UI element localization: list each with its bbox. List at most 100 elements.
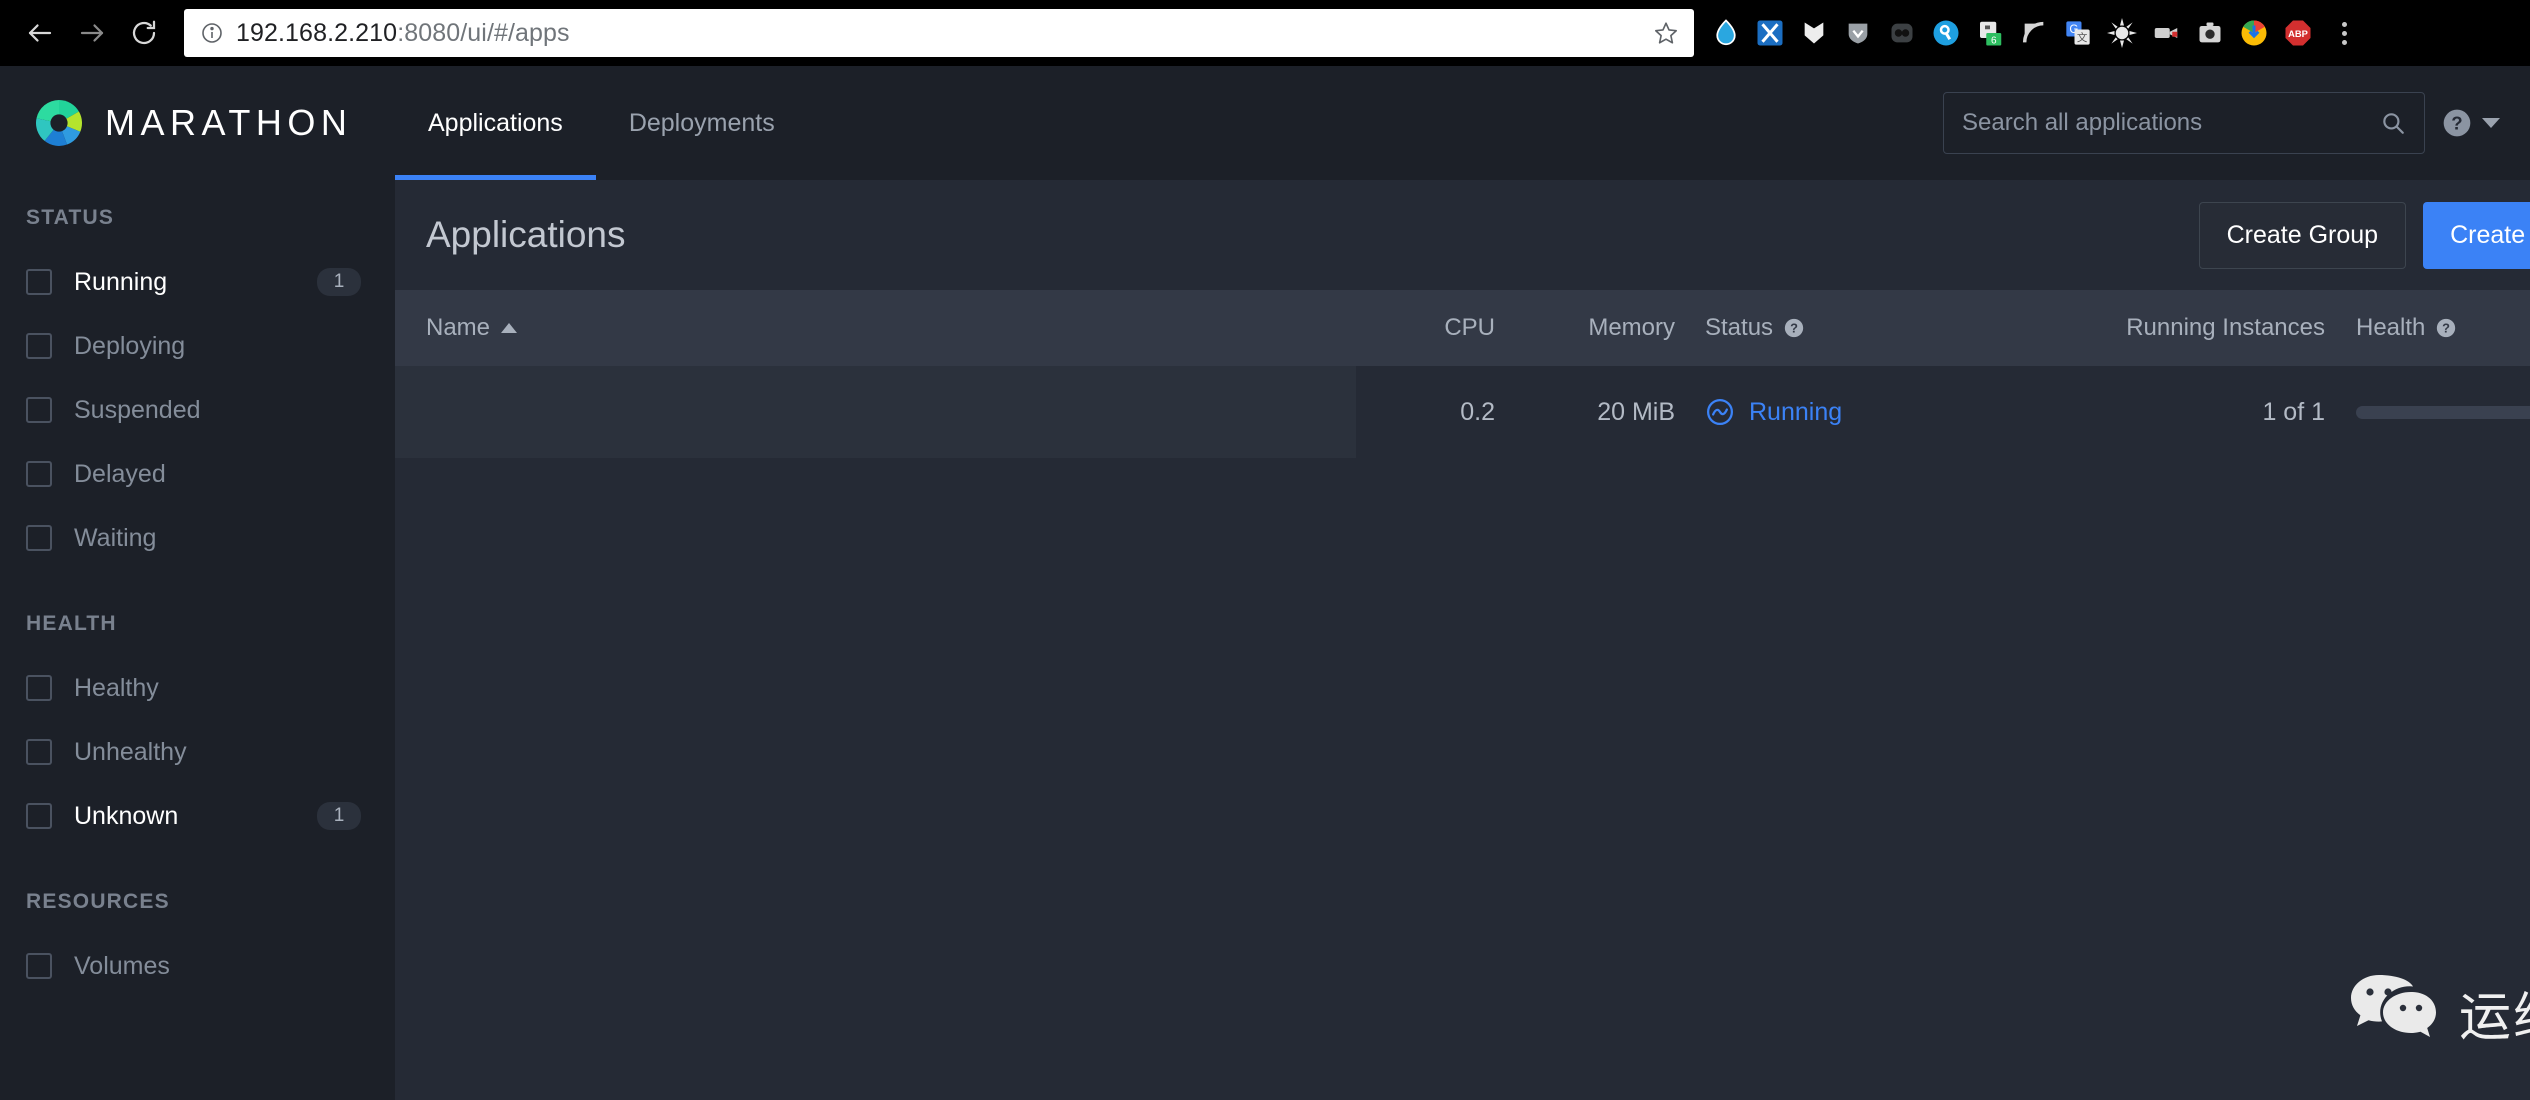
malwarebytes-extension-icon[interactable] — [1792, 11, 1836, 55]
marathon-donut-logo — [34, 98, 84, 148]
svg-text:ABP: ABP — [2288, 29, 2308, 39]
sort-asc-icon[interactable] — [501, 323, 518, 333]
sidebar-item-label: Deploying — [74, 331, 186, 360]
main-content: Applications Create Group Create Applica… — [395, 180, 2530, 1100]
google-translate-icon[interactable]: G文 — [2056, 11, 2100, 55]
sidebar-item-label: Waiting — [74, 523, 157, 552]
column-header-status-label: Status — [1705, 314, 1774, 341]
column-header-name-label: Name — [426, 314, 491, 341]
sidebar-group-title: HEALTH — [26, 612, 117, 635]
adblock-plus-icon[interactable]: ABP — [2276, 11, 2320, 55]
svg-text:文: 文 — [2077, 31, 2088, 44]
sidebar-item-suspended[interactable]: Suspended — [0, 378, 395, 442]
checkbox-deploying[interactable] — [26, 333, 52, 359]
top-nav-tabs: Applications Deployments — [395, 66, 808, 180]
health-help-icon[interactable]: ? — [2435, 317, 2457, 339]
checkbox-healthy[interactable] — [26, 675, 52, 701]
tab-applications[interactable]: Applications — [395, 66, 596, 180]
svg-text:?: ? — [2451, 113, 2462, 134]
sidebar-item-label: Healthy — [74, 673, 159, 702]
browser-toolbar: 192.168.2.210:8080/ui/#/apps 6 G文 ABP — [0, 0, 2530, 66]
page-info-icon[interactable] — [198, 19, 226, 47]
disconnect-extension-icon[interactable] — [1880, 11, 1924, 55]
search-input[interactable]: Search all applications — [1943, 92, 2425, 154]
sidebar-item-badge: 1 — [317, 268, 361, 296]
column-header-memory[interactable]: Memory — [1495, 314, 1675, 342]
ghostery-extension-icon[interactable] — [1704, 11, 1748, 55]
sidebar-item-label: Running — [74, 267, 168, 296]
screencast-extension-icon[interactable] — [2144, 11, 2188, 55]
sidebar-item-label: Volumes — [74, 951, 170, 980]
column-header-health-label: Health — [2356, 314, 2426, 341]
body: STATUS Running 1 Deploying Suspended Del… — [0, 180, 2530, 1100]
page-title: Applications — [426, 214, 626, 255]
checkbox-running[interactable] — [26, 269, 52, 295]
evernote-clipper-icon[interactable]: 6 — [1968, 11, 2012, 55]
tab-deployments[interactable]: Deployments — [596, 66, 808, 180]
extension-tray: 6 G文 ABP — [1704, 11, 2364, 55]
sidebar-group-health: HEALTH Healthy Unhealthy Unknown 1 — [0, 612, 395, 848]
sunburst-extension-icon[interactable] — [2100, 11, 2144, 55]
sidebar-item-delayed[interactable]: Delayed — [0, 442, 395, 506]
shield-extension-icon[interactable] — [1836, 11, 1880, 55]
forward-arrow-icon[interactable] — [66, 7, 118, 59]
content-header: Applications Create Group Create Applica… — [395, 180, 2530, 290]
svg-text:6: 6 — [1991, 36, 1997, 47]
checkbox-waiting[interactable] — [26, 525, 52, 551]
sidebar-item-healthy[interactable]: Healthy — [0, 656, 395, 720]
sidebar-item-unhealthy[interactable]: Unhealthy — [0, 720, 395, 784]
bookmark-star-icon[interactable] — [1652, 19, 1680, 47]
header-right-controls: Search all applications ? — [1943, 92, 2530, 154]
checkbox-delayed[interactable] — [26, 461, 52, 487]
help-circle-icon[interactable]: ? — [2441, 107, 2473, 139]
column-header-name[interactable]: Name — [395, 314, 1325, 342]
help-menu[interactable]: ? — [2441, 107, 2500, 139]
checkbox-suspended[interactable] — [26, 397, 52, 423]
sidebar-item-deploying[interactable]: Deploying — [0, 314, 395, 378]
sidebar-group-title: STATUS — [26, 206, 115, 229]
column-header-health[interactable]: Health ? — [2325, 314, 2530, 342]
search-placeholder: Search all applications — [1962, 109, 2203, 136]
checkbox-unknown[interactable] — [26, 803, 52, 829]
checkbox-unhealthy[interactable] — [26, 739, 52, 765]
running-wave-icon — [1705, 397, 1735, 427]
create-group-button[interactable]: Create Group — [2198, 201, 2407, 269]
cell-health — [2325, 405, 2530, 419]
status-label: Running — [1749, 397, 1843, 426]
row-name-cell-background — [395, 366, 1356, 458]
cell-running-instances: 1 of 1 — [2262, 397, 2325, 426]
screenshot-camera-icon[interactable] — [2188, 11, 2232, 55]
tab-deployments-label: Deployments — [628, 108, 775, 137]
search-icon[interactable] — [2380, 110, 2406, 136]
sidebar-item-running[interactable]: Running 1 — [0, 250, 395, 314]
lastpass-extension-icon[interactable] — [1924, 11, 1968, 55]
tab-applications-label: Applications — [428, 108, 563, 137]
watermark: 运维之美 — [2349, 971, 2530, 1054]
sidebar-item-label: Delayed — [74, 459, 166, 488]
browser-menu-icon[interactable] — [2324, 11, 2364, 55]
sidebar-item-unknown[interactable]: Unknown 1 — [0, 784, 395, 848]
checkbox-volumes[interactable] — [26, 953, 52, 979]
address-bar[interactable]: 192.168.2.210:8080/ui/#/apps — [184, 9, 1694, 57]
sidebar-item-label: Unknown — [74, 801, 179, 830]
column-header-status[interactable]: Status ? — [1675, 314, 1945, 342]
column-header-running-instances[interactable]: Running Instances — [1945, 314, 2325, 342]
svg-text:?: ? — [2442, 321, 2450, 336]
address-bar-url: 192.168.2.210:8080/ui/#/apps — [236, 19, 570, 48]
brand[interactable]: MARATHON — [0, 98, 395, 148]
chevron-down-icon[interactable] — [2482, 118, 2500, 128]
sidebar-item-volumes[interactable]: Volumes — [0, 934, 395, 998]
back-arrow-icon[interactable] — [14, 7, 66, 59]
table-header-row: Name CPU Memory Status ? Running Instanc… — [395, 290, 2530, 366]
create-application-button[interactable]: Create Application — [2423, 201, 2530, 269]
chrome-download-icon[interactable] — [2232, 11, 2276, 55]
watermark-text: 运维之美 — [2458, 988, 2530, 1048]
column-header-cpu[interactable]: CPU — [1325, 314, 1495, 342]
status-help-icon[interactable]: ? — [1783, 317, 1805, 339]
rss-feed-icon[interactable] — [2012, 11, 2056, 55]
sidebar-item-label: Unhealthy — [74, 737, 187, 766]
reload-icon[interactable] — [118, 7, 170, 59]
sidebar-item-waiting[interactable]: Waiting — [0, 506, 395, 570]
url-path: :8080/ui/#/apps — [397, 18, 570, 47]
xmarks-extension-icon[interactable] — [1748, 11, 1792, 55]
